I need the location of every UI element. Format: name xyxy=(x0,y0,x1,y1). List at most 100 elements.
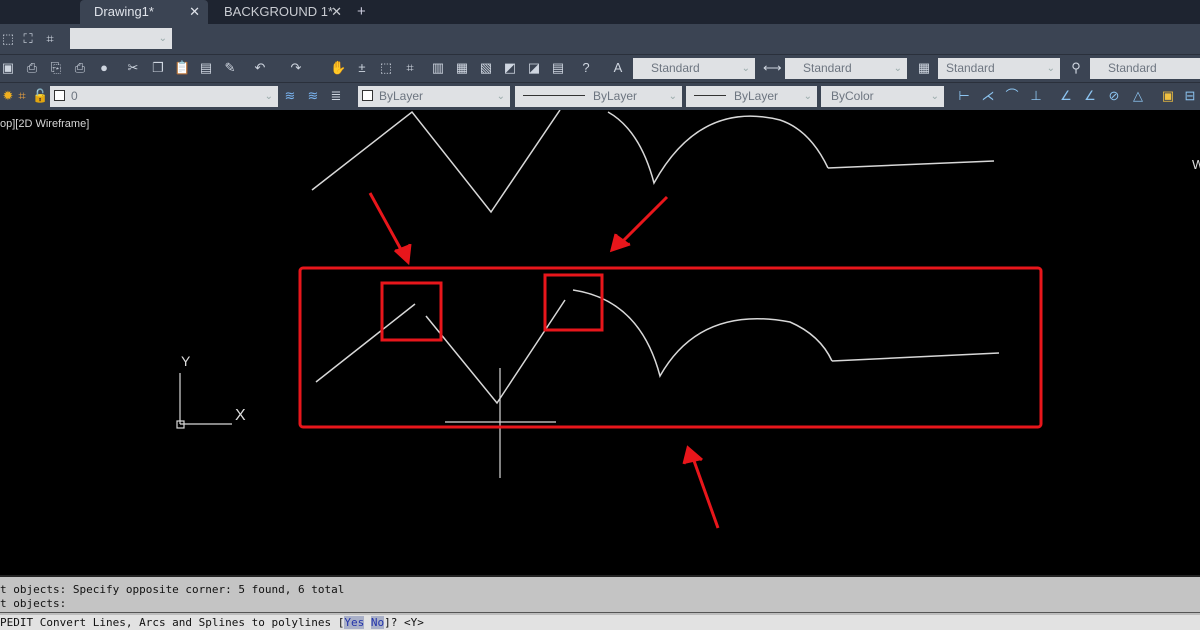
zigzag-lines-top[interactable] xyxy=(311,110,561,214)
arcs-top[interactable] xyxy=(607,111,829,185)
markup-icon[interactable]: ◪ xyxy=(526,60,542,76)
tab-label: BACKGROUND 1* xyxy=(224,4,334,19)
calculator-icon[interactable]: ▤ xyxy=(550,60,566,76)
baseline-dim-icon[interactable]: ⊟ xyxy=(1182,88,1198,104)
ordinate-dim-icon[interactable]: ⊥ xyxy=(1028,88,1044,104)
prompt-text: PEDIT Convert Lines, Arcs and Splines to… xyxy=(0,616,345,629)
mleader-style-value: Standard xyxy=(1108,61,1157,75)
redo-icon[interactable]: ↷ xyxy=(288,60,304,76)
jogged-dim-icon[interactable]: ∠ xyxy=(1082,88,1098,104)
line-1[interactable] xyxy=(315,303,416,383)
make-current-layer-icon[interactable]: ≋ xyxy=(282,88,298,104)
lineweight-value: ByLayer xyxy=(734,89,779,103)
history-line: t objects: Specify opposite corner: 5 fo… xyxy=(0,583,345,596)
zoom-window-icon[interactable]: ⬚ xyxy=(378,60,394,76)
arrow-annotation-1 xyxy=(368,192,412,266)
zoom-realtime-icon[interactable]: ± xyxy=(354,60,370,76)
chevron-down-icon: ⌄ xyxy=(741,63,750,74)
tab-drawing1[interactable]: Drawing1* ✕ xyxy=(80,0,208,24)
lineweight-dropdown[interactable]: ByLayer ⌄ xyxy=(686,86,817,107)
undo-icon[interactable]: ↶ xyxy=(252,60,268,76)
mleader-style-icon[interactable]: ⚲ xyxy=(1068,60,1084,76)
layer-previous-icon[interactable]: ≋ xyxy=(305,88,321,104)
zoom-extents-icon[interactable]: ⛶ xyxy=(20,31,36,47)
chevron-down-icon: ⌄ xyxy=(803,91,812,102)
sheet-set-icon[interactable]: ◩ xyxy=(502,60,518,76)
dim-style-dropdown[interactable]: Standard ⌄ xyxy=(785,58,907,79)
arrow-annotation-3 xyxy=(682,445,720,529)
arc-length-icon[interactable]: ⌒ xyxy=(1004,88,1020,104)
design-center-icon[interactable]: ▦ xyxy=(454,60,470,76)
viewport-controls-label[interactable]: op][2D Wireframe] xyxy=(0,118,89,130)
chevron-down-icon: ⌄ xyxy=(668,91,677,102)
command-line: t objects: Specify opposite corner: 5 fo… xyxy=(0,575,1200,630)
selection-highlight-box xyxy=(298,266,1043,429)
save-icon[interactable]: ▣ xyxy=(0,60,16,76)
layer-color-swatch xyxy=(54,90,65,101)
lineweight-sample xyxy=(694,95,726,96)
brush-icon[interactable]: ✎ xyxy=(222,60,238,76)
linetype-dropdown[interactable]: ByLayer ⌄ xyxy=(515,86,682,107)
help-icon[interactable]: ? xyxy=(578,60,594,76)
line-right[interactable] xyxy=(831,352,1000,362)
freeze-icon[interactable]: ⌗ xyxy=(14,88,30,104)
color-dropdown[interactable]: ByLayer ⌄ xyxy=(358,86,510,107)
chevron-down-icon: ⌄ xyxy=(158,33,167,44)
command-prompt[interactable]: PEDIT Convert Lines, Arcs and Splines to… xyxy=(0,615,1200,630)
quick-dim-icon[interactable]: ▣ xyxy=(1160,88,1176,104)
zoom-previous-icon[interactable]: ⌗ xyxy=(402,60,418,76)
layer-value: 0 xyxy=(71,89,78,103)
option-yes[interactable]: Yes xyxy=(344,616,365,629)
close-icon[interactable]: ✕ xyxy=(189,0,200,24)
close-icon[interactable]: ✕ xyxy=(331,0,342,24)
zoom-all-icon[interactable]: ⌗ xyxy=(42,31,58,47)
history-line: t objects: xyxy=(0,597,67,610)
text-style-value: Standard xyxy=(651,61,700,75)
zoom-window-icon[interactable]: ⬚ xyxy=(0,31,16,47)
plot-icon[interactable]: ⎙ xyxy=(24,60,40,76)
plot-preview-icon[interactable]: ⎘ xyxy=(48,60,64,76)
linear-dim-icon[interactable]: ⊢ xyxy=(956,88,972,104)
new-tab-button[interactable]: + xyxy=(357,0,366,24)
ucs-icon xyxy=(176,373,232,429)
option-no[interactable]: No xyxy=(370,616,385,629)
mleader-style-dropdown[interactable]: Standard xyxy=(1090,58,1200,79)
table-style-dropdown[interactable]: Standard ⌄ xyxy=(938,58,1060,79)
3d-dwf-icon[interactable]: ● xyxy=(96,60,112,76)
text-style-dropdown[interactable]: Standard ⌄ xyxy=(633,58,755,79)
aligned-dim-icon[interactable]: ⋌ xyxy=(980,88,996,104)
table-style-icon[interactable]: ▦ xyxy=(916,60,932,76)
radius-dim-icon[interactable]: ∠ xyxy=(1058,88,1074,104)
drawing-canvas xyxy=(176,110,1043,529)
layer-states-icon[interactable]: ≣ xyxy=(328,88,344,104)
pan-icon[interactable]: ✋ xyxy=(330,60,346,76)
match-properties-icon[interactable]: ▤ xyxy=(198,60,214,76)
tab-background1[interactable]: BACKGROUND 1* ✕ xyxy=(210,0,350,24)
viewcube-label[interactable]: W xyxy=(1192,157,1200,172)
publish-icon[interactable]: ⎙ xyxy=(72,60,88,76)
unlock-icon[interactable]: 🔓 xyxy=(32,88,48,104)
linetype-sample xyxy=(523,95,585,96)
layer-dropdown[interactable]: 0 ⌄ xyxy=(50,86,278,107)
workspace-dropdown[interactable]: ⌄ xyxy=(70,28,172,49)
endpoint-highlight-1 xyxy=(380,281,443,342)
prompt-default: ]? <Y> xyxy=(384,616,424,629)
angular-dim-icon[interactable]: △ xyxy=(1130,88,1146,104)
copy-icon[interactable]: ❐ xyxy=(150,60,166,76)
color-swatch xyxy=(362,90,373,101)
paste-icon[interactable]: 📋 xyxy=(174,60,190,76)
ucs-y-label: Y xyxy=(181,353,191,369)
cut-icon[interactable]: ✂ xyxy=(125,60,141,76)
tool-palettes-icon[interactable]: ▧ xyxy=(478,60,494,76)
line-top[interactable] xyxy=(827,160,995,169)
drawing-viewport[interactable]: Y X W xyxy=(0,110,1200,575)
plot-style-dropdown[interactable]: ByColor ⌄ xyxy=(821,86,944,107)
text-style-icon[interactable]: A xyxy=(610,60,626,76)
properties-icon[interactable]: ▥ xyxy=(430,60,446,76)
arcs-selected[interactable] xyxy=(572,289,833,378)
chevron-down-icon: ⌄ xyxy=(893,63,902,74)
crosshair-cursor xyxy=(445,368,556,478)
toolbar-row-3: ✹ ⌗ 🔓 0 ⌄ ≋ ≋ ≣ ByLayer ⌄ ByLayer ⌄ ByLayer… xyxy=(0,82,1200,110)
diameter-dim-icon[interactable]: ⊘ xyxy=(1106,88,1122,104)
dim-style-icon[interactable]: ⟷ xyxy=(763,60,782,76)
